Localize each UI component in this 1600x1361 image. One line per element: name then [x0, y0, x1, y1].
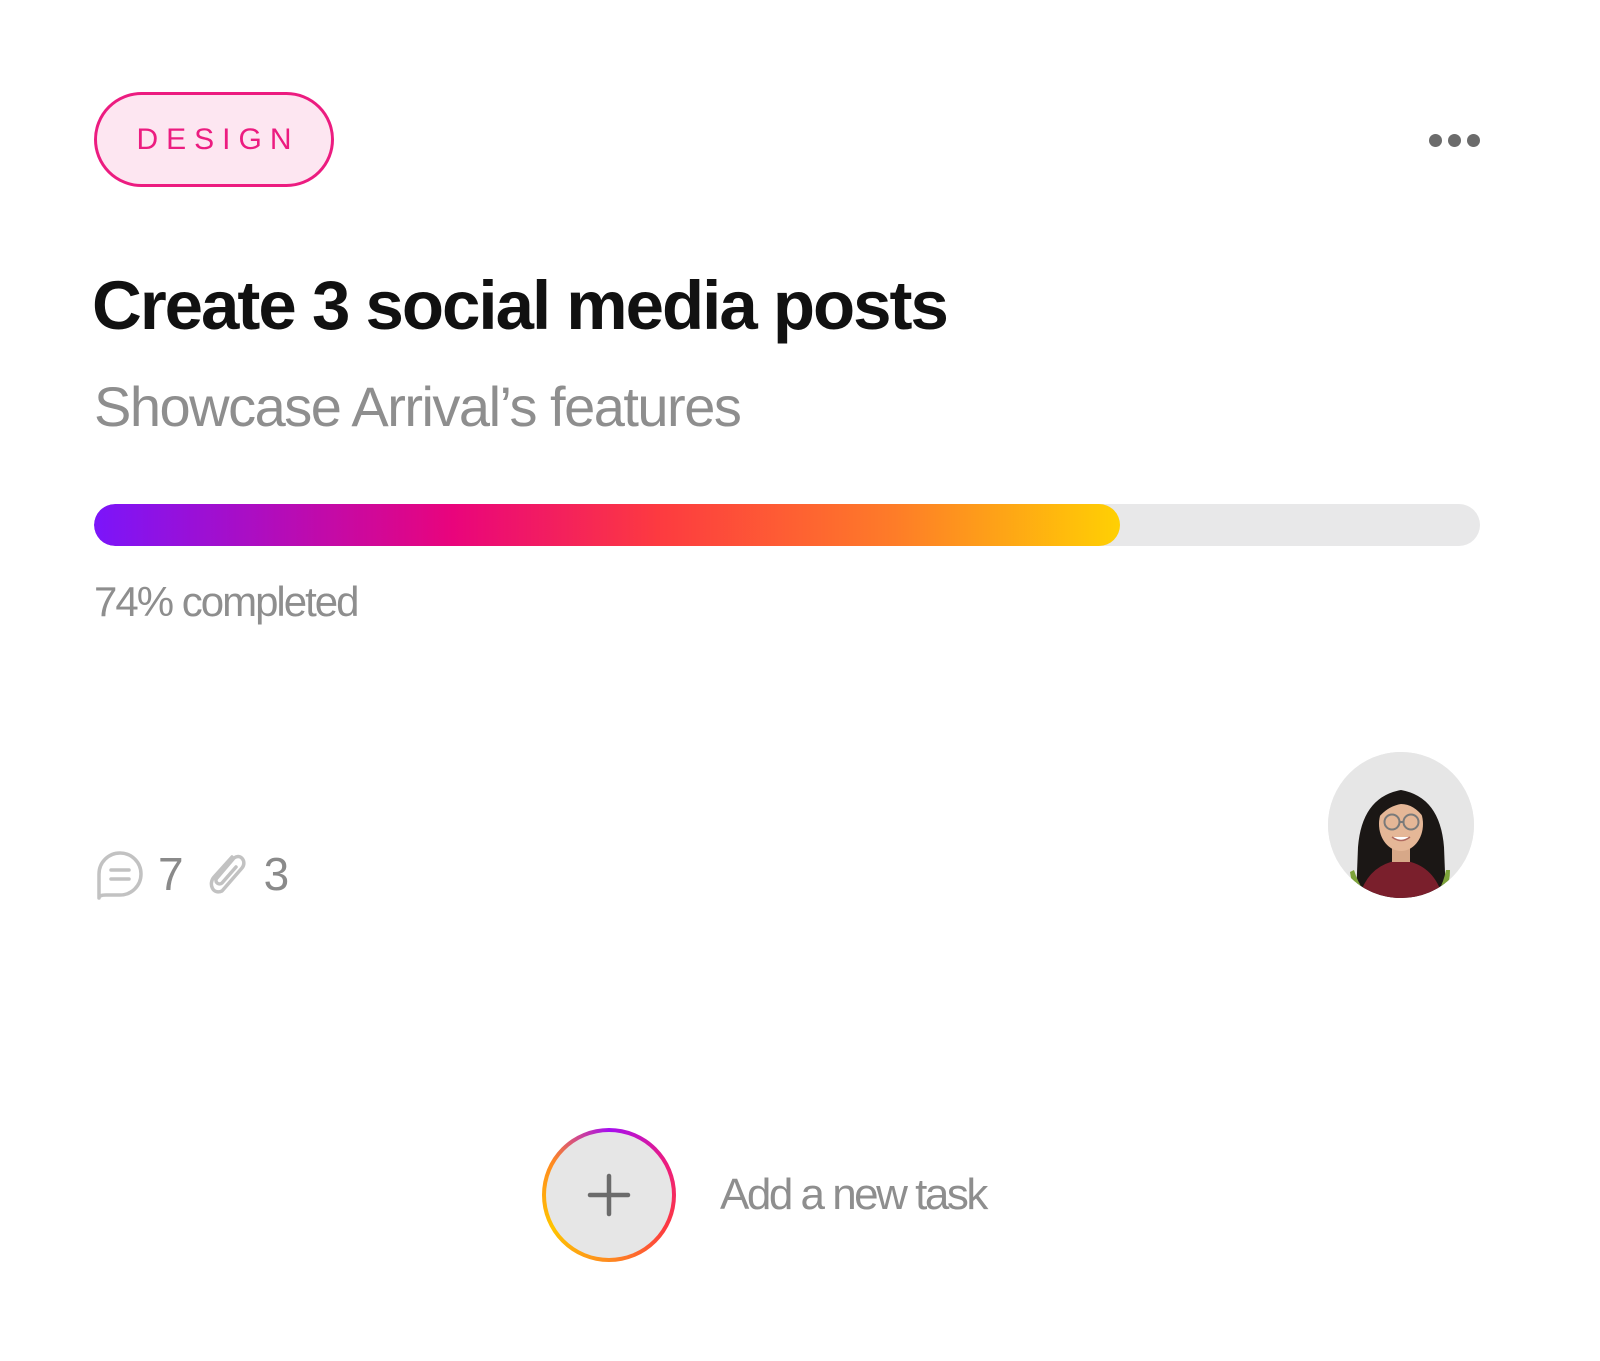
- task-subtitle: Showcase Arrival’s features: [94, 375, 742, 438]
- progress-label: 74% completed: [94, 578, 360, 625]
- add-task-label: Add a new task: [720, 1170, 988, 1219]
- plus-icon: [587, 1173, 631, 1217]
- attachment-count: 3: [263, 848, 290, 900]
- add-task-circle[interactable]: [542, 1128, 676, 1262]
- comment-count: 7: [158, 848, 184, 900]
- progress-bar: [94, 504, 1480, 546]
- category-tag[interactable]: DESIGN: [94, 92, 334, 187]
- task-meta: 7 3: [94, 845, 305, 903]
- avatar-portrait: [1328, 752, 1474, 898]
- category-tag-label: DESIGN: [136, 122, 300, 156]
- progress-bar-fill: [94, 504, 1120, 546]
- assignee-avatar[interactable]: [1328, 752, 1474, 898]
- more-options-button[interactable]: [1418, 122, 1490, 158]
- task-title: Create 3 social media posts: [92, 267, 949, 344]
- more-horizontal-icon: [1428, 133, 1442, 147]
- paperclip-icon[interactable]: [200, 847, 252, 901]
- add-task-button[interactable]: Add a new task: [542, 1128, 988, 1262]
- comment-bubble-icon[interactable]: [94, 847, 146, 901]
